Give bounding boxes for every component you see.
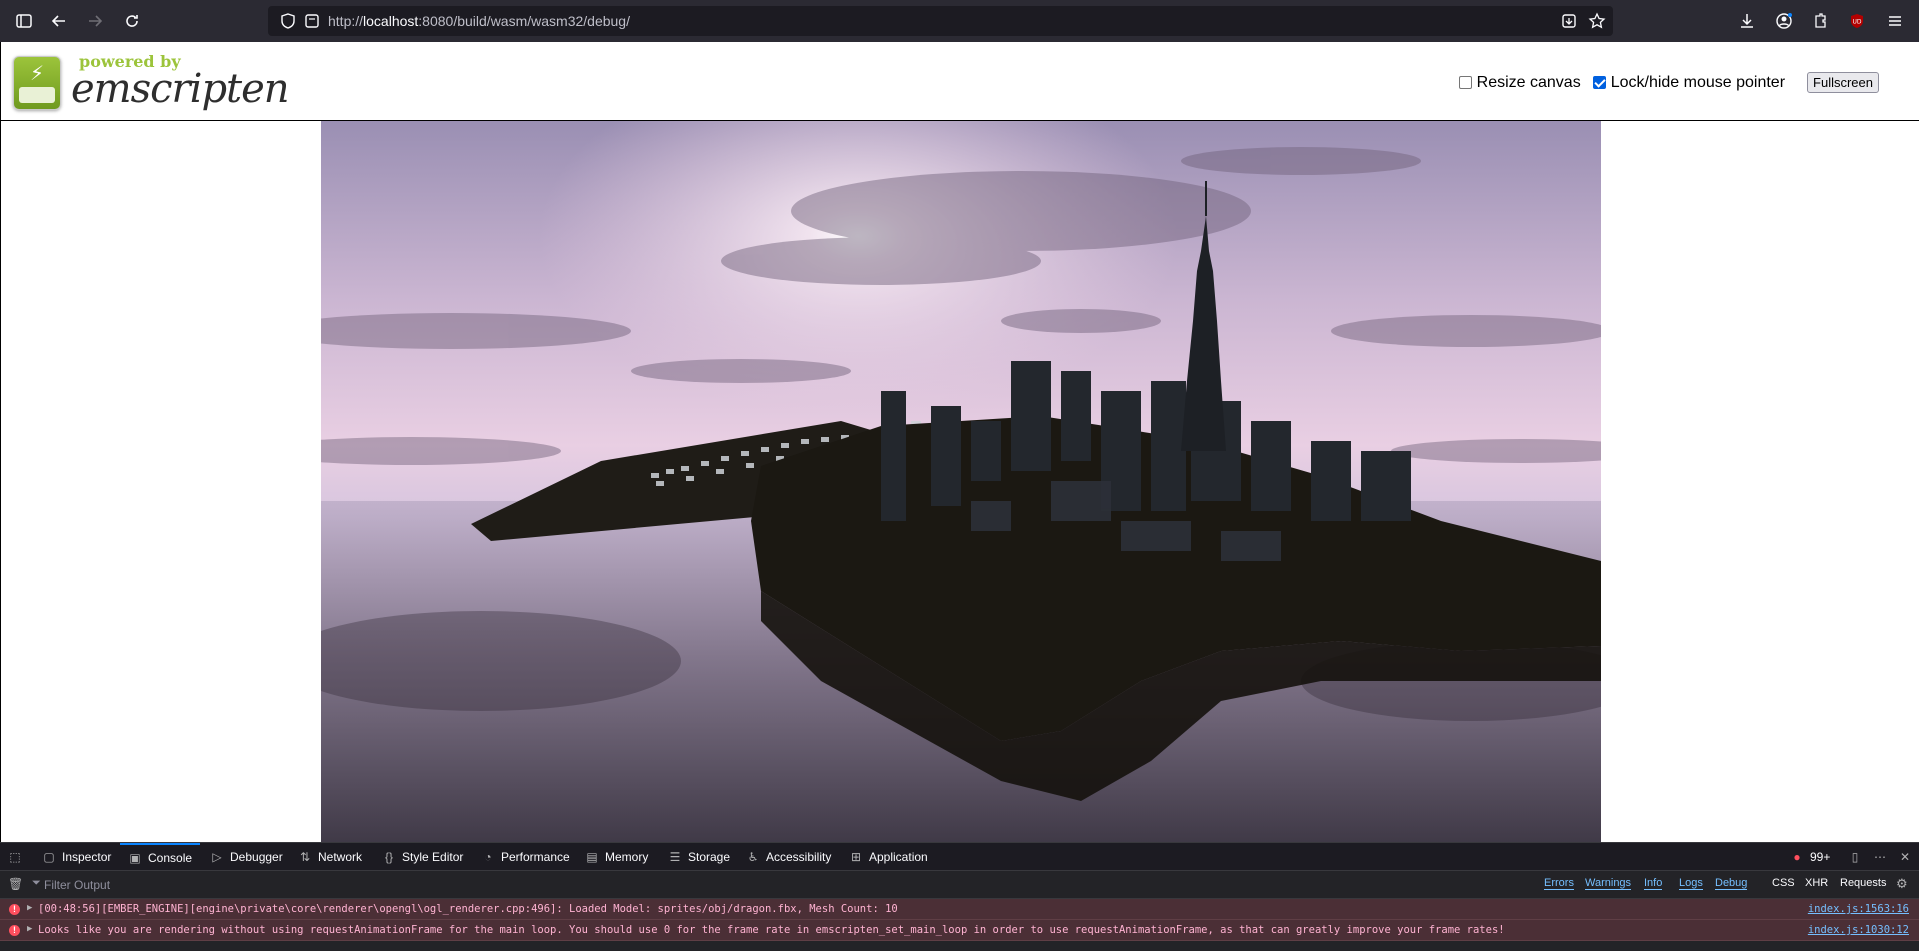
console-message-text: Looks like you are rendering without usi…: [38, 924, 1505, 936]
tab-console[interactable]: ▣ Console: [120, 843, 201, 871]
tab-inspector[interactable]: ▢ Inspector: [42, 843, 111, 871]
svg-text:UD: UD: [1852, 19, 1861, 26]
error-icon: ●: [1793, 850, 1801, 864]
devtools-tabbar: ⬚ ▢ Inspector ▣ Console ▷ Debugger ⇅ Network…: [0, 843, 1919, 871]
tab-debugger-label: Debugger: [230, 850, 283, 864]
console-message-location[interactable]: index.js:1030:12: [1808, 924, 1909, 936]
filter-icon: ⏷: [32, 877, 41, 889]
tab-performance-label: Performance: [501, 850, 570, 864]
filter-warnings[interactable]: Warnings: [1585, 877, 1632, 890]
console-message[interactable]: ! ▶ Looks like you are rendering without…: [0, 920, 1919, 941]
canvas-controls: Resize canvas Lock/hide mouse pointer Fu…: [1458, 72, 1879, 93]
lock-pointer-checkbox[interactable]: Lock/hide mouse pointer: [1592, 73, 1786, 92]
tab-inspector-label: Inspector: [62, 850, 112, 864]
account-icon[interactable]: [1770, 7, 1798, 35]
expand-arrow-icon[interactable]: ▶: [27, 903, 32, 913]
tab-memory[interactable]: ▤ Memory: [585, 843, 648, 871]
element-picker-icon[interactable]: ⬚: [8, 843, 28, 871]
memory-icon: ▤: [586, 850, 598, 864]
reload-icon[interactable]: [118, 7, 146, 35]
tab-style-editor[interactable]: {} Style Editor: [382, 843, 463, 871]
filter-css[interactable]: CSS: [1772, 877, 1795, 889]
bookmark-star-icon[interactable]: [1583, 7, 1611, 35]
tab-accessibility[interactable]: ♿ Accessibility: [746, 843, 832, 871]
error-icon: !: [9, 925, 20, 936]
forward-icon[interactable]: [81, 7, 109, 35]
console-message[interactable]: ! ▶ [00:48:56][EMBER_ENGINE][engine\priv…: [0, 899, 1919, 920]
tab-network[interactable]: ⇅ Network: [298, 843, 362, 871]
downloads-icon[interactable]: [1733, 7, 1761, 35]
lock-pointer-label: Lock/hide mouse pointer: [1610, 73, 1786, 91]
save-to-pocket-icon[interactable]: [1555, 7, 1583, 35]
error-icon: !: [9, 904, 20, 915]
trash-icon[interactable]: 🗑: [8, 877, 23, 891]
filter-output-input[interactable]: Filter Output: [44, 878, 110, 892]
console-filterbar: 🗑 ⏷ Filter Output Errors Warnings Info L…: [0, 871, 1919, 899]
error-count: 99+: [1810, 850, 1831, 864]
url-path: :8080/build/wasm/wasm32/debug/: [418, 13, 630, 29]
fullscreen-button[interactable]: Fullscreen: [1807, 72, 1879, 93]
network-icon: ⇅: [299, 850, 311, 864]
filter-debug[interactable]: Debug: [1715, 877, 1748, 890]
tab-application-label: Application: [869, 850, 928, 864]
browser-toolbar: http://localhost:8080/build/wasm/wasm32/…: [0, 0, 1919, 42]
debugger-icon: ▷: [212, 850, 222, 864]
tab-application[interactable]: ⊞ Application: [849, 843, 928, 871]
console-message-text: [00:48:56][EMBER_ENGINE][engine\private\…: [38, 903, 898, 915]
tab-memory-label: Memory: [605, 850, 649, 864]
emscripten-logo-icon: ⚡: [13, 56, 61, 110]
application-icon: ⊞: [850, 850, 862, 864]
resize-canvas-box[interactable]: [1458, 76, 1472, 89]
sidebar-toggle-icon[interactable]: [10, 7, 38, 35]
error-count-badge[interactable]: ● 99+: [1790, 843, 1830, 871]
page-icon[interactable]: [298, 7, 326, 35]
filter-errors[interactable]: Errors: [1544, 877, 1574, 890]
emscripten-logo: ⚡ powered by emscripten: [11, 50, 290, 116]
rendered-scene: [321, 121, 1601, 842]
console-settings-gear-icon[interactable]: ⚙: [1896, 876, 1908, 892]
menu-icon[interactable]: [1881, 7, 1909, 35]
accessibility-icon: ♿: [747, 850, 759, 864]
tab-console-label: Console: [148, 851, 193, 865]
console-icon: ▣: [129, 851, 141, 865]
responsive-design-icon[interactable]: ▯: [1848, 843, 1868, 871]
filter-info[interactable]: Info: [1644, 877, 1663, 890]
tab-debugger[interactable]: ▷ Debugger: [210, 843, 283, 871]
page-content: ⚡ powered by emscripten Resize canvas Lo…: [0, 42, 1919, 842]
console-message-location[interactable]: index.js:1563:16: [1808, 903, 1909, 915]
resize-canvas-checkbox[interactable]: Resize canvas: [1458, 73, 1581, 92]
game-canvas[interactable]: [321, 121, 1601, 842]
lock-pointer-box[interactable]: [1592, 76, 1606, 89]
expand-arrow-icon[interactable]: ▶: [27, 924, 32, 934]
resize-canvas-label: Resize canvas: [1476, 73, 1581, 91]
more-options-icon[interactable]: ⋯: [1873, 843, 1893, 871]
performance-icon: ◔: [484, 850, 492, 864]
logo-brand-text: emscripten: [71, 66, 290, 112]
tab-style-editor-label: Style Editor: [402, 850, 464, 864]
inspector-icon: ▢: [43, 850, 55, 864]
devtools-panel: ⬚ ▢ Inspector ▣ Console ▷ Debugger ⇅ Network…: [0, 842, 1919, 951]
back-icon[interactable]: [45, 7, 73, 35]
url-bar[interactable]: http://localhost:8080/build/wasm/wasm32/…: [268, 6, 1613, 36]
tab-accessibility-label: Accessibility: [766, 850, 832, 864]
style-editor-icon: {}: [384, 850, 393, 864]
filter-requests[interactable]: Requests: [1840, 877, 1886, 889]
filter-xhr[interactable]: XHR: [1805, 877, 1828, 889]
url-host: localhost: [363, 13, 419, 29]
storage-icon: ☰: [669, 850, 681, 864]
tab-network-label: Network: [318, 850, 363, 864]
tab-performance[interactable]: ◔ Performance: [481, 843, 570, 871]
filter-logs[interactable]: Logs: [1679, 877, 1703, 890]
url-text[interactable]: http://localhost:8080/build/wasm/wasm32/…: [328, 13, 630, 29]
url-scheme: http://: [328, 13, 364, 29]
close-devtools-icon[interactable]: ✕: [1898, 843, 1918, 871]
tab-storage-label: Storage: [688, 850, 731, 864]
tab-storage[interactable]: ☰ Storage: [668, 843, 730, 871]
ublock-icon[interactable]: UD: [1843, 7, 1871, 35]
extensions-icon[interactable]: [1806, 7, 1834, 35]
